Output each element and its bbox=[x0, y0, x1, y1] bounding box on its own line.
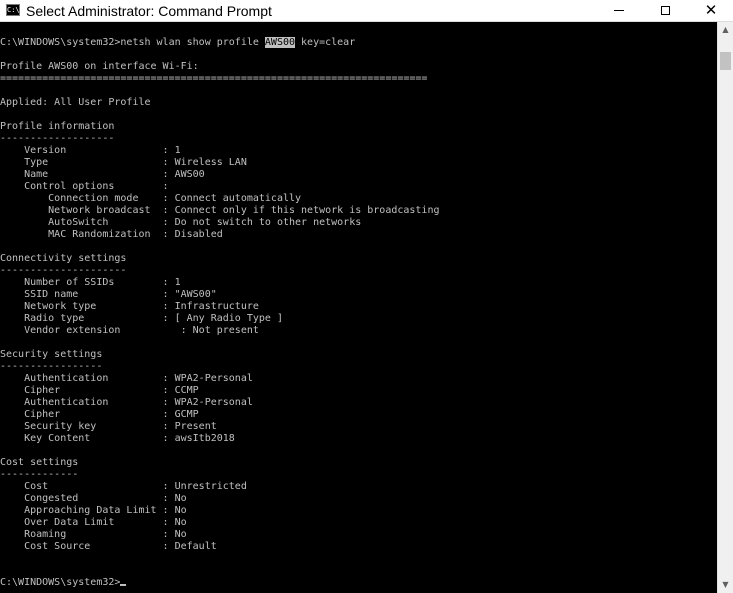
selected-text-highlight: AWS00 bbox=[264, 37, 296, 48]
console-line: Cost Source : Default bbox=[0, 541, 217, 552]
close-button[interactable]: ✕ bbox=[688, 0, 733, 21]
console-line: Name : AWS00 bbox=[0, 169, 205, 180]
console-line: ------------- bbox=[0, 469, 79, 480]
console-line: ----------------- bbox=[0, 361, 103, 372]
scroll-down-arrow-icon[interactable]: ▼ bbox=[718, 577, 733, 593]
scrollbar-thumb[interactable] bbox=[720, 52, 731, 70]
console-line: Cost : Unrestricted bbox=[0, 481, 247, 492]
console-line: Authentication : WPA2-Personal bbox=[0, 373, 253, 384]
console-text: C:\WINDOWS\system32>netsh wlan show prof… bbox=[0, 37, 440, 589]
console-line: Cipher : GCMP bbox=[0, 409, 199, 420]
prompt-text: C:\WINDOWS\system32> bbox=[0, 577, 121, 588]
console-line: Security settings bbox=[0, 349, 103, 360]
console-line: ========================================… bbox=[0, 73, 428, 84]
console-line: Key Content : awsItb2018 bbox=[0, 433, 235, 444]
console-line: Network broadcast : Connect only if this… bbox=[0, 205, 440, 216]
console-line: AutoSwitch : Do not switch to other netw… bbox=[0, 217, 362, 228]
console-line: Number of SSIDs : 1 bbox=[0, 277, 181, 288]
console-line: Type : Wireless LAN bbox=[0, 157, 247, 168]
maximize-icon bbox=[660, 6, 670, 15]
console-line: Network type : Infrastructure bbox=[0, 301, 259, 312]
vertical-scrollbar[interactable]: ▲ ▼ bbox=[717, 22, 733, 593]
console-line: Profile AWS00 on interface Wi-Fi: bbox=[0, 61, 199, 72]
console-line: Vendor extension : Not present bbox=[0, 325, 259, 336]
console-line: Connectivity settings bbox=[0, 253, 127, 264]
console-line: Applied: All User Profile bbox=[0, 97, 151, 108]
text-cursor bbox=[120, 584, 127, 586]
window-title: Select Administrator: Command Prompt bbox=[26, 3, 272, 19]
console-line: Authentication : WPA2-Personal bbox=[0, 397, 253, 408]
console-line: ------------------- bbox=[0, 133, 115, 144]
console-line: MAC Randomization : Disabled bbox=[0, 229, 223, 240]
console-line: Profile information bbox=[0, 121, 115, 132]
command-output: Profile AWS00 on interface Wi-Fi: ======… bbox=[0, 61, 440, 552]
scroll-up-arrow-icon[interactable]: ▲ bbox=[718, 22, 733, 38]
console-line: SSID name : "AWS00" bbox=[0, 289, 217, 300]
console-line: Control options : bbox=[0, 181, 169, 192]
console-line: Cipher : CCMP bbox=[0, 385, 199, 396]
console-line: Roaming : No bbox=[0, 529, 187, 540]
maximize-button[interactable] bbox=[642, 0, 688, 21]
console-line: Cost settings bbox=[0, 457, 79, 468]
command-prompt-icon: C:\ bbox=[6, 4, 20, 16]
close-icon: ✕ bbox=[704, 1, 718, 19]
title-bar[interactable]: C:\ Select Administrator: Command Prompt… bbox=[0, 0, 733, 22]
console-line: Security key : Present bbox=[0, 421, 217, 432]
minimize-icon bbox=[614, 10, 624, 11]
console-line: Approaching Data Limit : No bbox=[0, 505, 187, 516]
command-line: C:\WINDOWS\system32>netsh wlan show prof… bbox=[0, 37, 355, 48]
prompt-line: C:\WINDOWS\system32> bbox=[0, 577, 127, 588]
console-line: --------------------- bbox=[0, 265, 127, 276]
console-line: Over Data Limit : No bbox=[0, 517, 187, 528]
command-suffix: key=clear bbox=[295, 37, 356, 48]
console-line: Radio type : [ Any Radio Type ] bbox=[0, 313, 283, 324]
command-prefix: C:\WINDOWS\system32>netsh wlan show prof… bbox=[0, 37, 265, 48]
console-output-area[interactable]: C:\WINDOWS\system32>netsh wlan show prof… bbox=[0, 22, 717, 593]
console-line: Version : 1 bbox=[0, 145, 181, 156]
console-line: Congested : No bbox=[0, 493, 187, 504]
minimize-button[interactable] bbox=[596, 0, 642, 21]
console-line: Connection mode : Connect automatically bbox=[0, 193, 302, 204]
